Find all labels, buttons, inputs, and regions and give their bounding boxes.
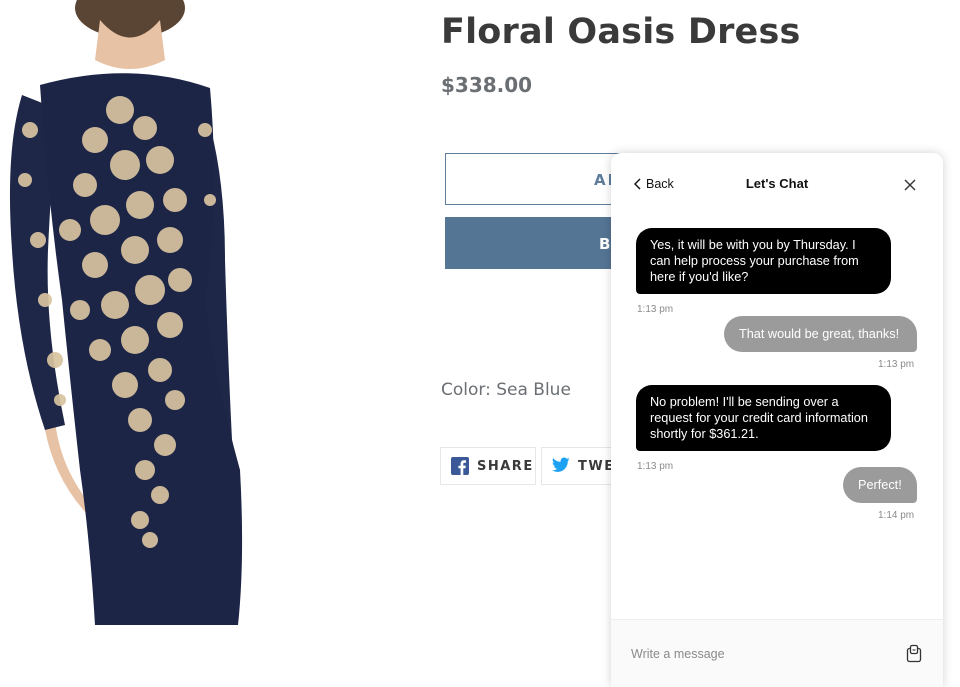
chat-footer <box>611 619 943 687</box>
chat-header: Back Let's Chat <box>611 153 943 213</box>
chat-message-agent: Yes, it will be with you by Thursday. I … <box>636 228 891 294</box>
product-image <box>0 0 255 625</box>
facebook-icon <box>451 457 469 475</box>
message-timestamp: 1:13 pm <box>878 359 915 370</box>
color-label: Color: Sea Blue <box>441 380 571 400</box>
product-title: Floral Oasis Dress <box>441 12 801 52</box>
chat-message-user: That would be great, thanks! <box>724 316 917 352</box>
chat-message-user: Perfect! <box>843 467 917 503</box>
share-twitter-label: TWE <box>578 458 615 474</box>
chat-message-agent: No problem! I'll be sending over a reque… <box>636 385 891 451</box>
message-timestamp: 1:14 pm <box>878 510 915 521</box>
close-icon[interactable] <box>903 178 917 192</box>
share-facebook-button[interactable]: SHARE <box>440 447 536 485</box>
dress-illustration <box>9 0 243 625</box>
product-price: $338.00 <box>441 73 533 97</box>
attachment-icon[interactable] <box>905 644 923 664</box>
chat-title: Let's Chat <box>745 176 809 191</box>
chat-widget: Back Let's Chat Yes, it will be with you… <box>611 153 943 687</box>
message-timestamp: 1:13 pm <box>637 461 674 472</box>
message-timestamp: 1:13 pm <box>637 304 674 315</box>
share-facebook-label: SHARE <box>477 458 534 474</box>
twitter-icon <box>551 457 570 475</box>
message-input[interactable] <box>631 642 881 666</box>
